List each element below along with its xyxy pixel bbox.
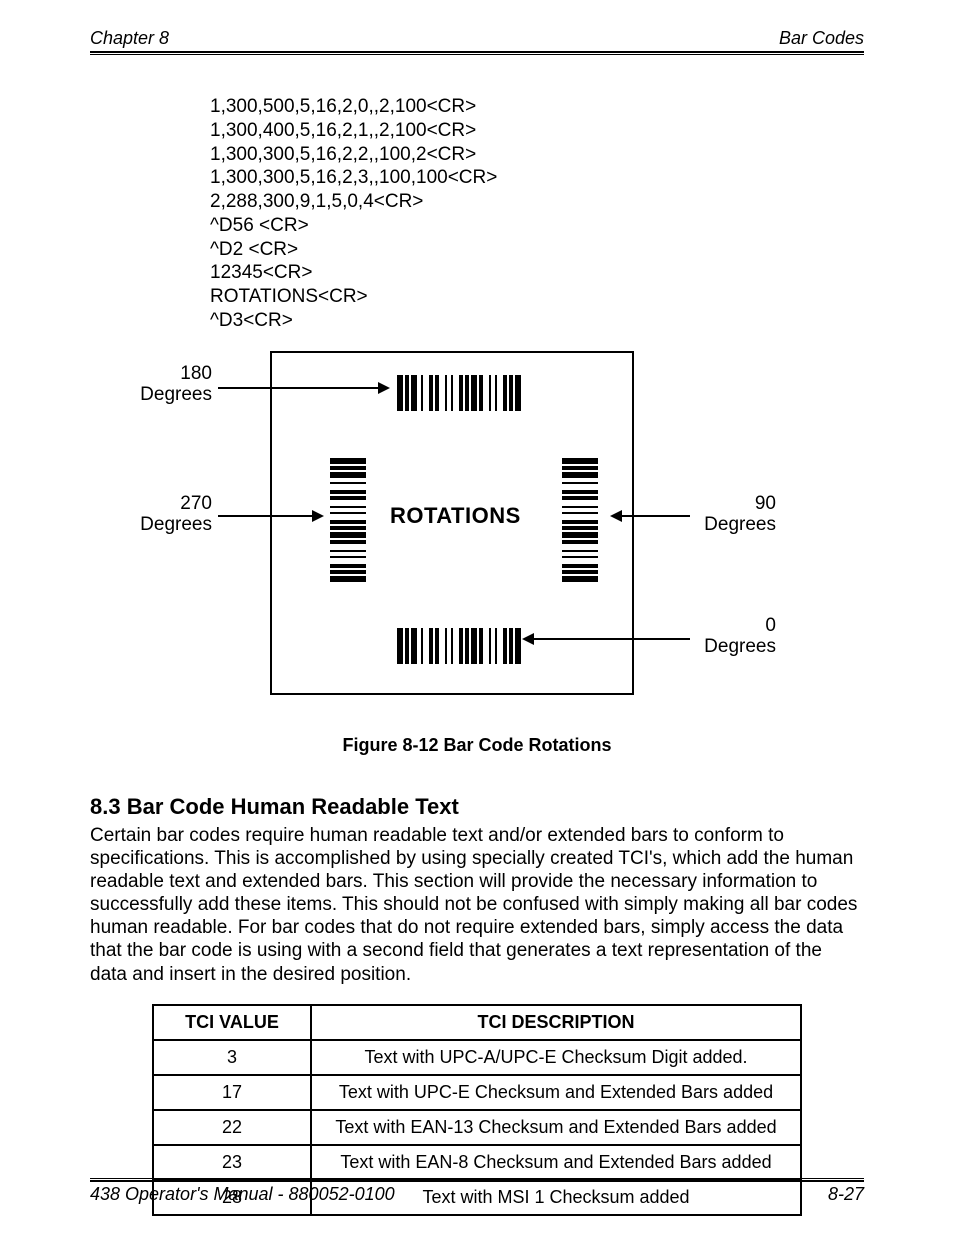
rotations-text: ROTATIONS	[390, 503, 521, 529]
label-90: 90 Degrees	[696, 493, 776, 537]
section-body: Certain bar codes require human readable…	[90, 824, 864, 986]
page-header: Chapter 8 Bar Codes	[90, 28, 864, 53]
table-cell: Text with EAN-13 Checksum and Extended B…	[311, 1110, 801, 1145]
label-270: 270 Degrees	[132, 493, 212, 537]
arrow-right-icon	[312, 510, 324, 522]
table-row: 23 Text with EAN-8 Checksum and Extended…	[153, 1145, 801, 1180]
table-cell: 22	[153, 1110, 311, 1145]
code-line: 1,300,500,5,16,2,0,,2,100<CR>	[210, 95, 864, 119]
code-line: 12345<CR>	[210, 261, 864, 285]
header-left: Chapter 8	[90, 28, 169, 49]
table-row: 17 Text with UPC-E Checksum and Extended…	[153, 1075, 801, 1110]
footer-right: 8-27	[828, 1184, 864, 1205]
table-header: TCI VALUE	[153, 1005, 311, 1040]
table-cell: Text with EAN-8 Checksum and Extended Ba…	[311, 1145, 801, 1180]
label-180: 180 Degrees	[132, 363, 212, 407]
arrow-line	[622, 515, 690, 517]
code-line: 1,300,400,5,16,2,1,,2,100<CR>	[210, 119, 864, 143]
footer-left: 438 Operator's Manual - 880052-0100	[90, 1184, 395, 1205]
table-header-row: TCI VALUE TCI DESCRIPTION	[153, 1005, 801, 1040]
page-footer: 438 Operator's Manual - 880052-0100 8-27	[90, 1178, 864, 1205]
barcode-90-icon	[562, 458, 598, 582]
print-area-box: ROTATIONS	[270, 351, 634, 695]
table-cell: 23	[153, 1145, 311, 1180]
barcode-270-icon	[330, 458, 366, 582]
arrow-left-icon	[522, 633, 534, 645]
footer-rule	[90, 1178, 864, 1179]
code-line: ^D2 <CR>	[210, 238, 864, 262]
arrow-line	[534, 638, 690, 640]
header-right: Bar Codes	[779, 28, 864, 49]
arrow-left-icon	[610, 510, 622, 522]
section-heading: 8.3 Bar Code Human Readable Text	[90, 794, 864, 820]
arrow-line	[218, 387, 378, 389]
barcode-0-icon	[397, 628, 521, 664]
code-block: 1,300,500,5,16,2,0,,2,100<CR> 1,300,400,…	[210, 95, 864, 333]
table-cell: 17	[153, 1075, 311, 1110]
figure-caption: Figure 8-12 Bar Code Rotations	[90, 735, 864, 756]
table-row: 3 Text with UPC-A/UPC-E Checksum Digit a…	[153, 1040, 801, 1075]
table-header: TCI DESCRIPTION	[311, 1005, 801, 1040]
table-cell: 3	[153, 1040, 311, 1075]
code-line: 2,288,300,9,1,5,0,4<CR>	[210, 190, 864, 214]
table-cell: Text with UPC-E Checksum and Extended Ba…	[311, 1075, 801, 1110]
code-line: ^D56 <CR>	[210, 214, 864, 238]
table-cell: Text with UPC-A/UPC-E Checksum Digit add…	[311, 1040, 801, 1075]
figure-rotations: ROTATIONS 180 Degrees 270 Degrees 90 Deg…	[90, 345, 864, 715]
code-line: ROTATIONS<CR>	[210, 285, 864, 309]
code-line: ^D3<CR>	[210, 309, 864, 333]
code-line: 1,300,300,5,16,2,3,,100,100<CR>	[210, 166, 864, 190]
barcode-180-icon	[397, 375, 521, 411]
table-row: 22 Text with EAN-13 Checksum and Extende…	[153, 1110, 801, 1145]
label-0: 0 Degrees	[696, 615, 776, 659]
arrow-line	[218, 515, 312, 517]
arrow-right-icon	[378, 382, 390, 394]
header-rule	[90, 54, 864, 55]
code-line: 1,300,300,5,16,2,2,,100,2<CR>	[210, 143, 864, 167]
